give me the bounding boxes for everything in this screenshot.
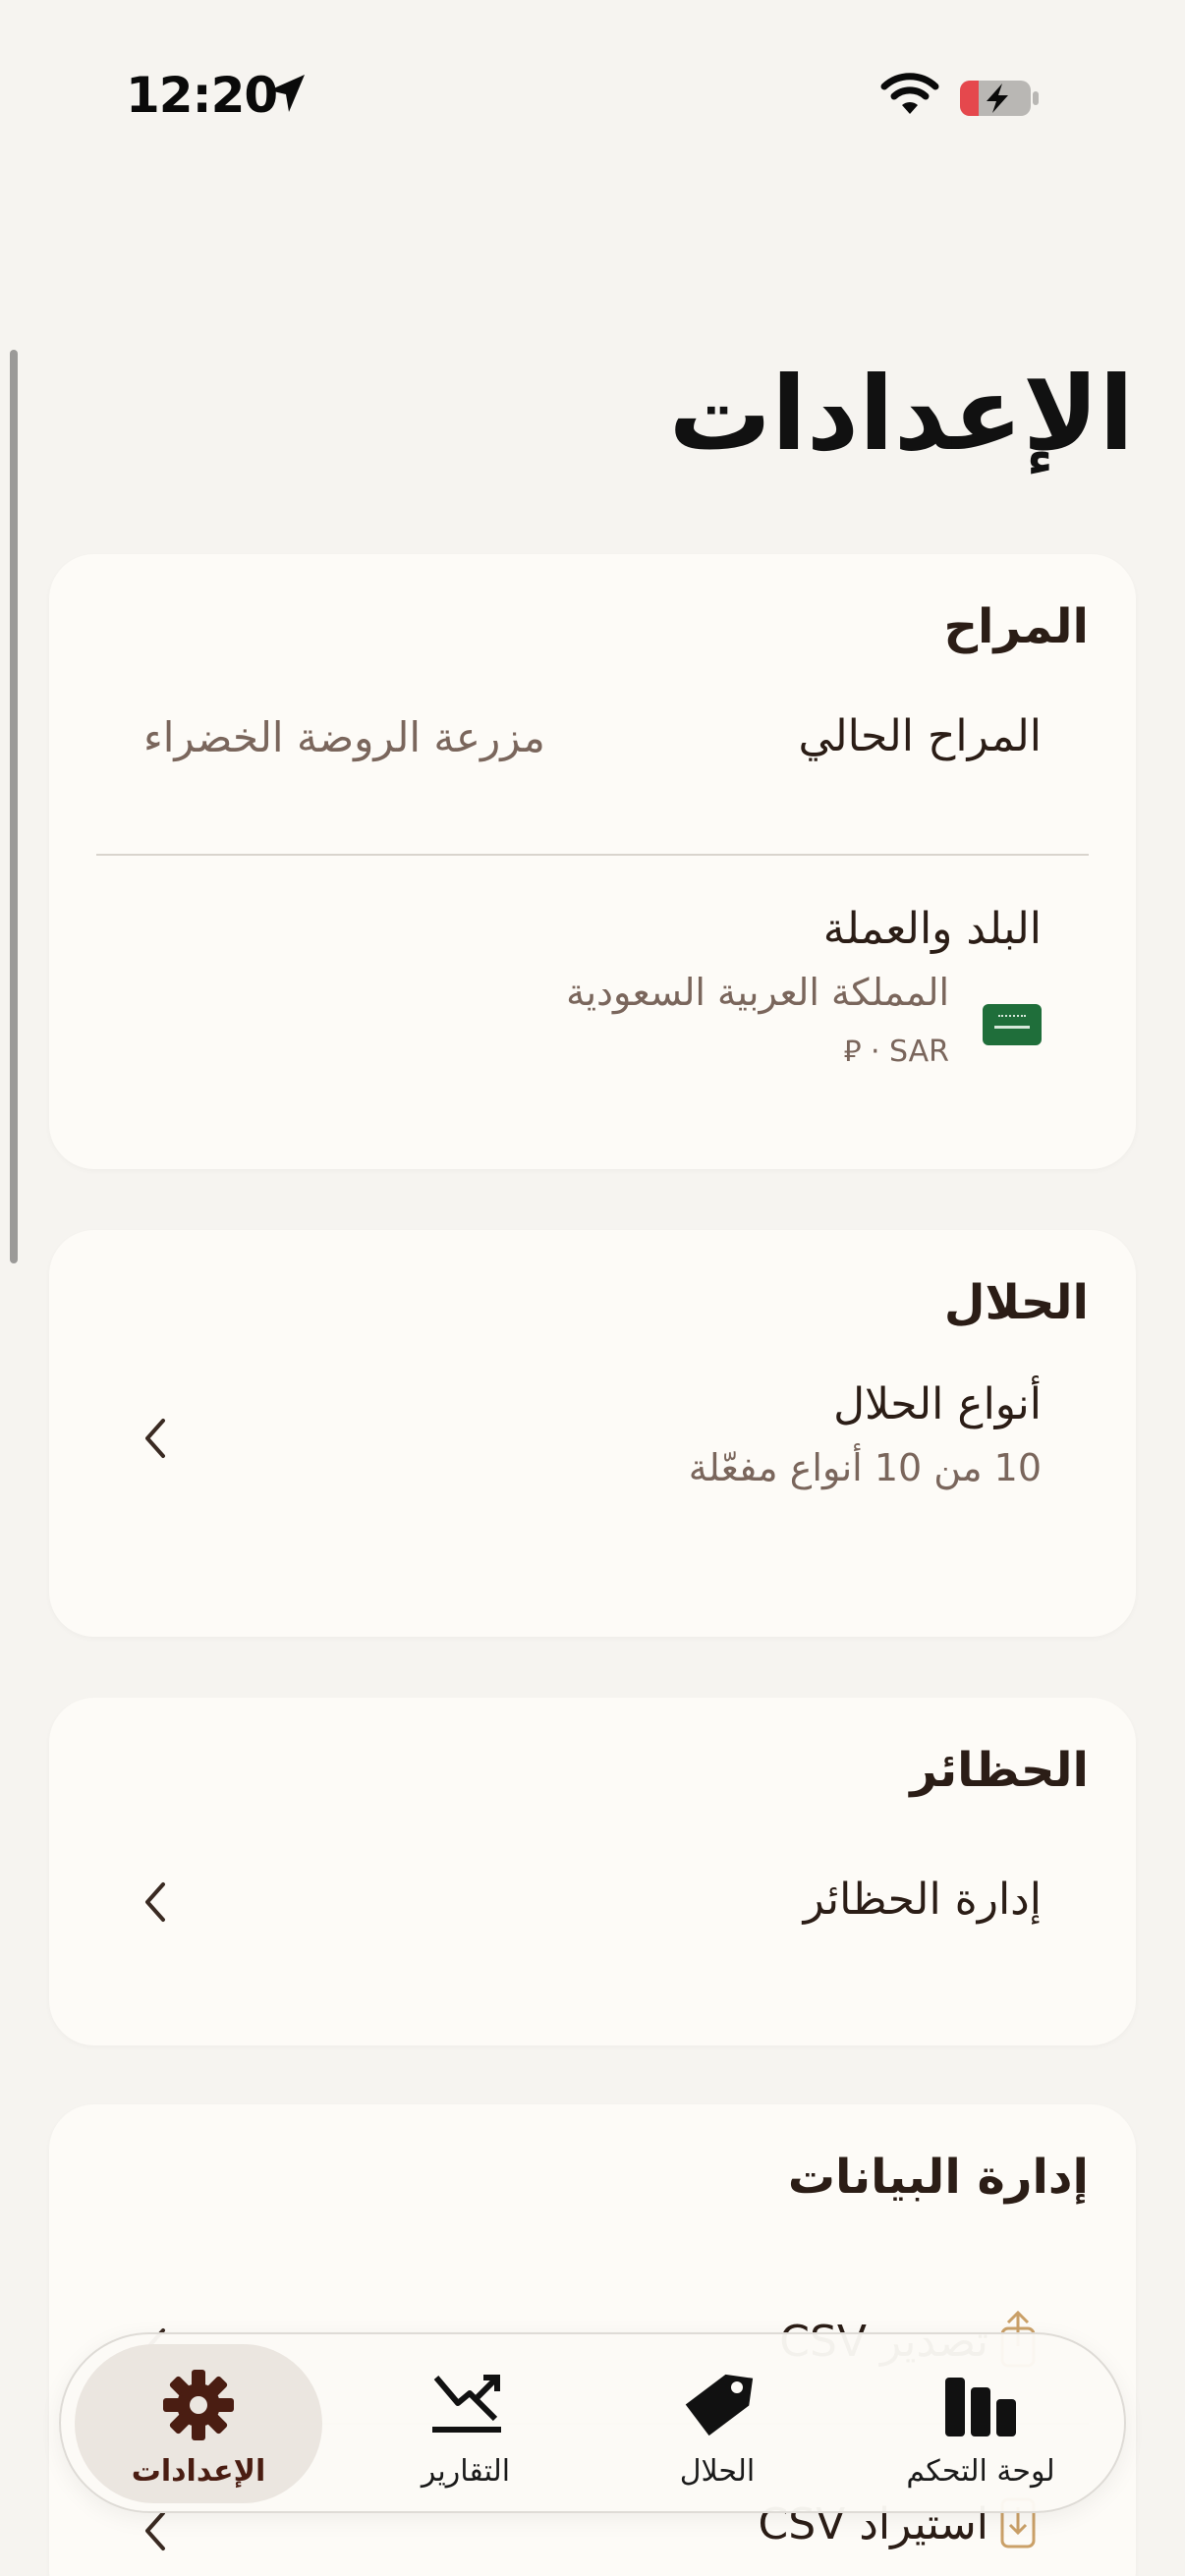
- status-time: 12:20: [126, 67, 278, 124]
- livestock-types-label: أنواع الحلال: [833, 1379, 1042, 1429]
- chevron-left-icon: [145, 1882, 165, 1922]
- manage-pens-row[interactable]: إدارة الحظائر: [49, 1855, 1136, 1973]
- farm-section-title: المراح: [943, 599, 1089, 654]
- tab-label: الإعدادات: [131, 2454, 266, 2489]
- status-bar: 12:20: [0, 0, 1185, 196]
- livestock-types-summary: 10 من 10 أنواع مفعّلة: [688, 1446, 1042, 1489]
- country-name: المملكة العربية السعودية: [566, 971, 949, 1014]
- wifi-icon: [880, 73, 939, 114]
- battery-charging-icon: [960, 81, 1039, 116]
- country-currency-label: البلد والعملة: [822, 904, 1042, 954]
- bottom-tab-bar: الإعدادات التقارير الحلال لوحة التحكم: [59, 2332, 1126, 2513]
- livestock-types-row[interactable]: أنواع الحلال 10 من 10 أنواع مفعّلة: [49, 1358, 1136, 1613]
- chart-icon: [432, 2375, 501, 2433]
- pens-card: الحظائر إدارة الحظائر: [49, 1698, 1136, 2045]
- data-section-title: إدارة البيانات: [787, 2150, 1089, 2205]
- livestock-section-title: الحلال: [943, 1275, 1089, 1330]
- tab-dashboard[interactable]: لوحة التحكم: [857, 2344, 1104, 2503]
- chevron-left-icon: [145, 1419, 165, 1458]
- bar-chart-icon: [945, 2378, 1016, 2436]
- page-title: الإعدادات: [668, 354, 1134, 474]
- country-currency-row[interactable]: البلد والعملة المملكة العربية السعودية ⃁…: [49, 855, 1136, 1149]
- manage-pens-label: إدارة الحظائر: [803, 1875, 1042, 1925]
- tab-livestock[interactable]: الحلال: [593, 2344, 841, 2503]
- current-farm-row[interactable]: المراح الحالي مزرعة الروضة الخضراء: [49, 672, 1136, 819]
- pens-section-title: الحظائر: [910, 1743, 1089, 1798]
- livestock-card: الحلال أنواع الحلال 10 من 10 أنواع مفعّل…: [49, 1230, 1136, 1637]
- tab-reports[interactable]: التقارير: [342, 2344, 590, 2503]
- tab-label: التقارير: [421, 2454, 511, 2489]
- tag-icon: [685, 2374, 754, 2436]
- tab-label: الحلال: [679, 2454, 756, 2489]
- saudi-flag-icon: [983, 1004, 1042, 1045]
- settings-screen: 12:20 الإعدادات المراح المراح الحالي مزر…: [0, 0, 1185, 2576]
- tab-settings[interactable]: الإعدادات: [75, 2344, 322, 2503]
- current-farm-label: المراح الحالي: [798, 711, 1042, 761]
- farm-card: المراح المراح الحالي مزرعة الروضة الخضرا…: [49, 554, 1136, 1169]
- tab-label: لوحة التحكم: [906, 2454, 1055, 2489]
- chevron-left-icon: [145, 2511, 165, 2550]
- location-arrow-icon: [269, 75, 305, 112]
- current-farm-value: مزرعة الروضة الخضراء: [143, 713, 545, 761]
- gear-icon: [163, 2370, 234, 2440]
- scroll-indicator[interactable]: [10, 350, 18, 1263]
- currency-code: ⃁ · SAR: [843, 1035, 949, 1069]
